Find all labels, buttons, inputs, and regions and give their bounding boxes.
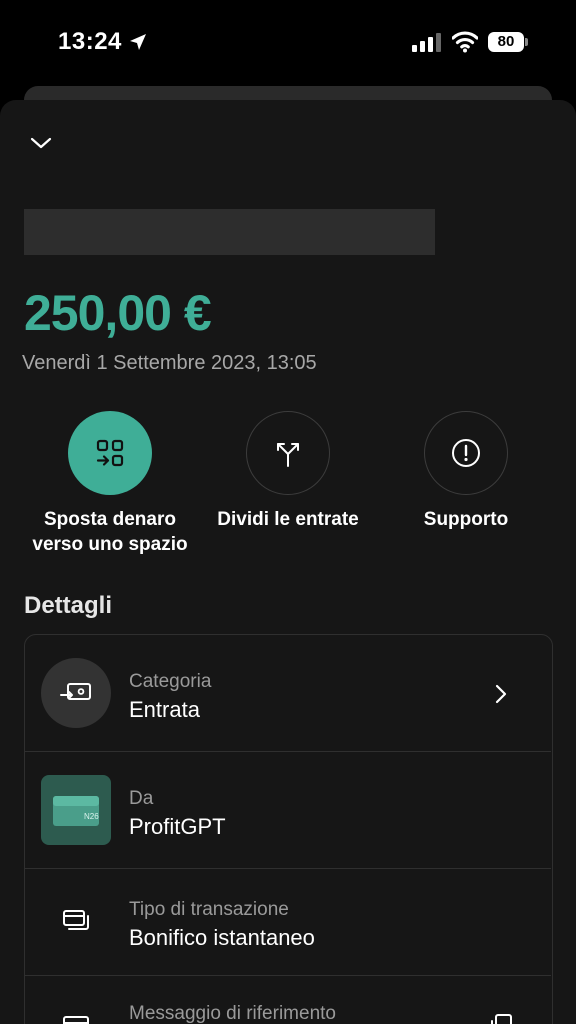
- detail-row-transaction-type: Tipo di transazione Bonifico istantaneo: [25, 869, 551, 976]
- wallet-card-mark: N26: [84, 812, 99, 821]
- reference-message-label: Messaggio di riferimento: [129, 1003, 336, 1024]
- support-button[interactable]: [424, 411, 508, 495]
- split-income-action[interactable]: Dividi le entrate: [203, 411, 373, 532]
- from-value: ProfitGPT: [129, 814, 226, 839]
- transaction-type-value: Bonifico istantaneo: [129, 925, 315, 950]
- move-to-space-label-line1: Sposta denaro: [44, 509, 176, 530]
- chevron-down-icon[interactable]: [26, 130, 56, 156]
- exclamation-circle-icon: [452, 439, 480, 467]
- chevron-right-icon[interactable]: [491, 682, 511, 706]
- details-card: Categoria Entrata N26 Da ProfitGPT Tipo …: [24, 634, 553, 1024]
- support-label-line1: Supporto: [423, 509, 509, 530]
- battery-cap: [525, 38, 528, 46]
- move-to-space-label: Sposta denaro verso uno spazio: [25, 507, 195, 557]
- status-time: 13:24: [58, 28, 122, 55]
- income-card-icon: [60, 683, 91, 700]
- from-icon-container: N26: [41, 775, 111, 845]
- cards-icon: [63, 910, 89, 930]
- cellular-signal-icon: [412, 33, 441, 52]
- transaction-date: Venerdì 1 Settembre 2023, 13:05: [22, 352, 317, 374]
- support-action[interactable]: Supporto: [381, 411, 551, 532]
- move-to-space-icon: [96, 439, 124, 467]
- battery-indicator: 80: [488, 32, 528, 52]
- redacted-counterparty-name: [24, 209, 435, 255]
- transaction-type-label: Tipo di transazione: [129, 899, 289, 920]
- split-income-label-line1: Dividi le entrate: [217, 509, 359, 530]
- detail-row-reference-message[interactable]: Messaggio di riferimento: [25, 976, 551, 1024]
- detail-row-category[interactable]: Categoria Entrata: [25, 635, 551, 752]
- wifi-icon: [452, 31, 478, 53]
- category-value: Entrata: [129, 697, 200, 722]
- location-arrow-icon: [130, 34, 146, 50]
- transaction-type-icon-container: [41, 886, 111, 956]
- move-to-space-button[interactable]: [68, 411, 152, 495]
- battery-level: 80: [497, 33, 515, 50]
- split-income-label: Dividi le entrate: [203, 507, 373, 532]
- from-label: Da: [129, 788, 154, 809]
- category-label: Categoria: [129, 671, 212, 692]
- support-label: Supporto: [381, 507, 551, 532]
- reference-message-icon-container: [41, 992, 111, 1024]
- move-to-space-action[interactable]: Sposta denaro verso uno spazio: [25, 411, 195, 557]
- transaction-amount: 250,00 €: [24, 285, 212, 341]
- detail-row-from[interactable]: N26 Da ProfitGPT: [25, 752, 551, 869]
- move-to-space-label-line2: verso uno spazio: [32, 534, 188, 555]
- split-income-button[interactable]: [246, 411, 330, 495]
- copy-icon[interactable]: [485, 1012, 515, 1024]
- split-arrows-icon: [277, 443, 299, 467]
- details-title: Dettagli: [24, 592, 113, 619]
- message-icon: [63, 1016, 89, 1024]
- status-bar: 13:24 80: [0, 0, 576, 86]
- wallet-card-icon: N26: [53, 796, 99, 826]
- category-icon-container: [41, 658, 111, 728]
